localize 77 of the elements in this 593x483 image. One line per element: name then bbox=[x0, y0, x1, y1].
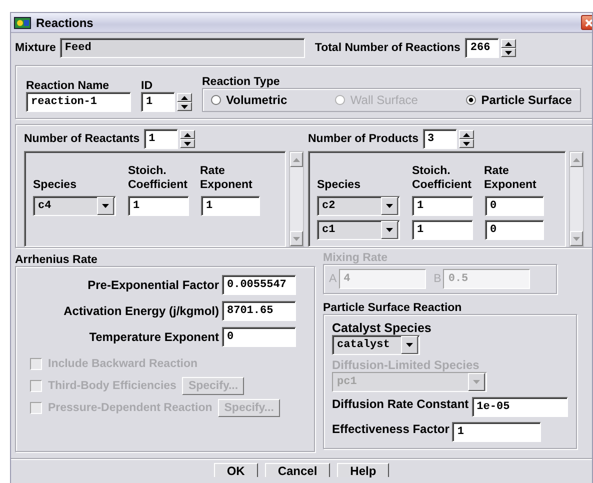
spin-down-button[interactable] bbox=[180, 139, 195, 148]
exponent-field[interactable]: 0 bbox=[485, 196, 544, 216]
arrow-down-icon bbox=[184, 142, 191, 146]
spin-up-button[interactable] bbox=[458, 130, 474, 139]
dropdown[interactable]: c1 bbox=[317, 220, 400, 240]
arrow-down-icon bbox=[386, 204, 393, 208]
column-header: Species bbox=[33, 178, 78, 192]
spin-down-button[interactable] bbox=[458, 139, 474, 148]
radio-button[interactable]: Particle Surface bbox=[466, 93, 572, 107]
window-title: Reactions bbox=[36, 16, 94, 30]
arrow-down-icon bbox=[473, 380, 480, 384]
field-label: Diffusion Rate Constant bbox=[332, 397, 469, 411]
reactants-count-label: Number of Reactants bbox=[24, 133, 140, 145]
section-title: Particle Surface Reaction bbox=[323, 302, 463, 314]
input-field[interactable]: 0.0055547 bbox=[222, 275, 296, 295]
arrow-down-icon bbox=[386, 228, 393, 232]
arrow-down-icon bbox=[406, 343, 413, 347]
section-title: Arrhenius Rate bbox=[15, 254, 98, 266]
mixture-field[interactable]: Feed bbox=[60, 38, 305, 58]
spin-down-button[interactable] bbox=[177, 102, 192, 111]
arrow-up-icon bbox=[462, 132, 470, 136]
radio-button[interactable]: Volumetric bbox=[211, 93, 288, 107]
total-reactions-label: Total Number of Reactions bbox=[314, 42, 460, 54]
field-label: Effectiveness Factor bbox=[332, 422, 450, 436]
dialog-button[interactable]: Cancel bbox=[264, 463, 330, 477]
arrow-up-icon bbox=[184, 132, 191, 136]
arrow-up-icon bbox=[573, 158, 580, 162]
exponent-field[interactable]: 0 bbox=[485, 220, 544, 240]
catalyst-species-label: Catalyst Species bbox=[332, 321, 432, 335]
spin-up-button[interactable] bbox=[501, 39, 516, 48]
close-icon bbox=[585, 18, 592, 26]
spin-up-button[interactable] bbox=[180, 130, 195, 139]
input-field[interactable]: 1e-05 bbox=[472, 397, 568, 417]
arrow-up-icon bbox=[181, 96, 188, 100]
coefficient-field[interactable]: 1 bbox=[128, 196, 189, 216]
reaction-type-label: Reaction Type bbox=[202, 76, 281, 88]
arrow-down-icon bbox=[293, 236, 300, 240]
column-header: Rate Exponent bbox=[200, 164, 254, 192]
column-header: Stoich. Coefficient bbox=[128, 164, 188, 192]
scrollbar[interactable] bbox=[289, 151, 304, 247]
input-field[interactable]: 8701.65 bbox=[222, 301, 296, 321]
reaction-name-label: Reaction Name bbox=[26, 80, 110, 92]
coefficient-field[interactable]: 1 bbox=[412, 220, 473, 240]
products-count-field[interactable]: 3 bbox=[422, 129, 457, 149]
reaction-name-field[interactable]: reaction-1 bbox=[26, 92, 131, 112]
mixture-label: Mixture bbox=[15, 42, 56, 54]
dropdown[interactable]: catalyst bbox=[332, 335, 420, 355]
arrow-down-icon bbox=[573, 236, 580, 240]
arrow-down-icon bbox=[181, 104, 188, 108]
input-field[interactable]: 0 bbox=[222, 327, 296, 347]
arrow-up-icon bbox=[505, 42, 512, 46]
id-label: ID bbox=[141, 80, 152, 92]
column-header: Stoich. Coefficient bbox=[412, 164, 472, 192]
arrow-down-icon bbox=[505, 50, 512, 54]
dialog-button[interactable]: OK bbox=[214, 463, 258, 477]
field-label: Activation Energy (j/kgmol) bbox=[64, 304, 219, 318]
coefficient-field[interactable]: 1 bbox=[412, 196, 473, 216]
input-field[interactable]: 1 bbox=[452, 422, 542, 442]
dropdown[interactable]: c2 bbox=[317, 196, 400, 216]
column-header: Rate Exponent bbox=[484, 164, 538, 192]
field-label: Temperature Exponent bbox=[89, 330, 219, 344]
dialog-button[interactable]: Help bbox=[337, 463, 390, 477]
exponent-field[interactable]: 1 bbox=[201, 196, 260, 216]
total-reactions-field[interactable]: 266 bbox=[465, 38, 500, 58]
arrow-down-icon bbox=[102, 204, 109, 208]
dropdown[interactable]: c4 bbox=[33, 196, 116, 216]
arrow-up-icon bbox=[293, 158, 300, 162]
id-field[interactable]: 1 bbox=[141, 92, 175, 112]
spin-up-button[interactable] bbox=[177, 93, 192, 102]
reactants-count-field[interactable]: 1 bbox=[144, 129, 178, 149]
spin-down-button[interactable] bbox=[501, 48, 516, 57]
scrollbar[interactable] bbox=[569, 151, 584, 247]
arrow-down-icon bbox=[462, 142, 470, 146]
field-label: Pre-Exponential Factor bbox=[88, 278, 219, 292]
products-count-label: Number of Products bbox=[308, 133, 419, 145]
app-icon bbox=[14, 16, 31, 28]
column-header: Species bbox=[317, 178, 362, 192]
